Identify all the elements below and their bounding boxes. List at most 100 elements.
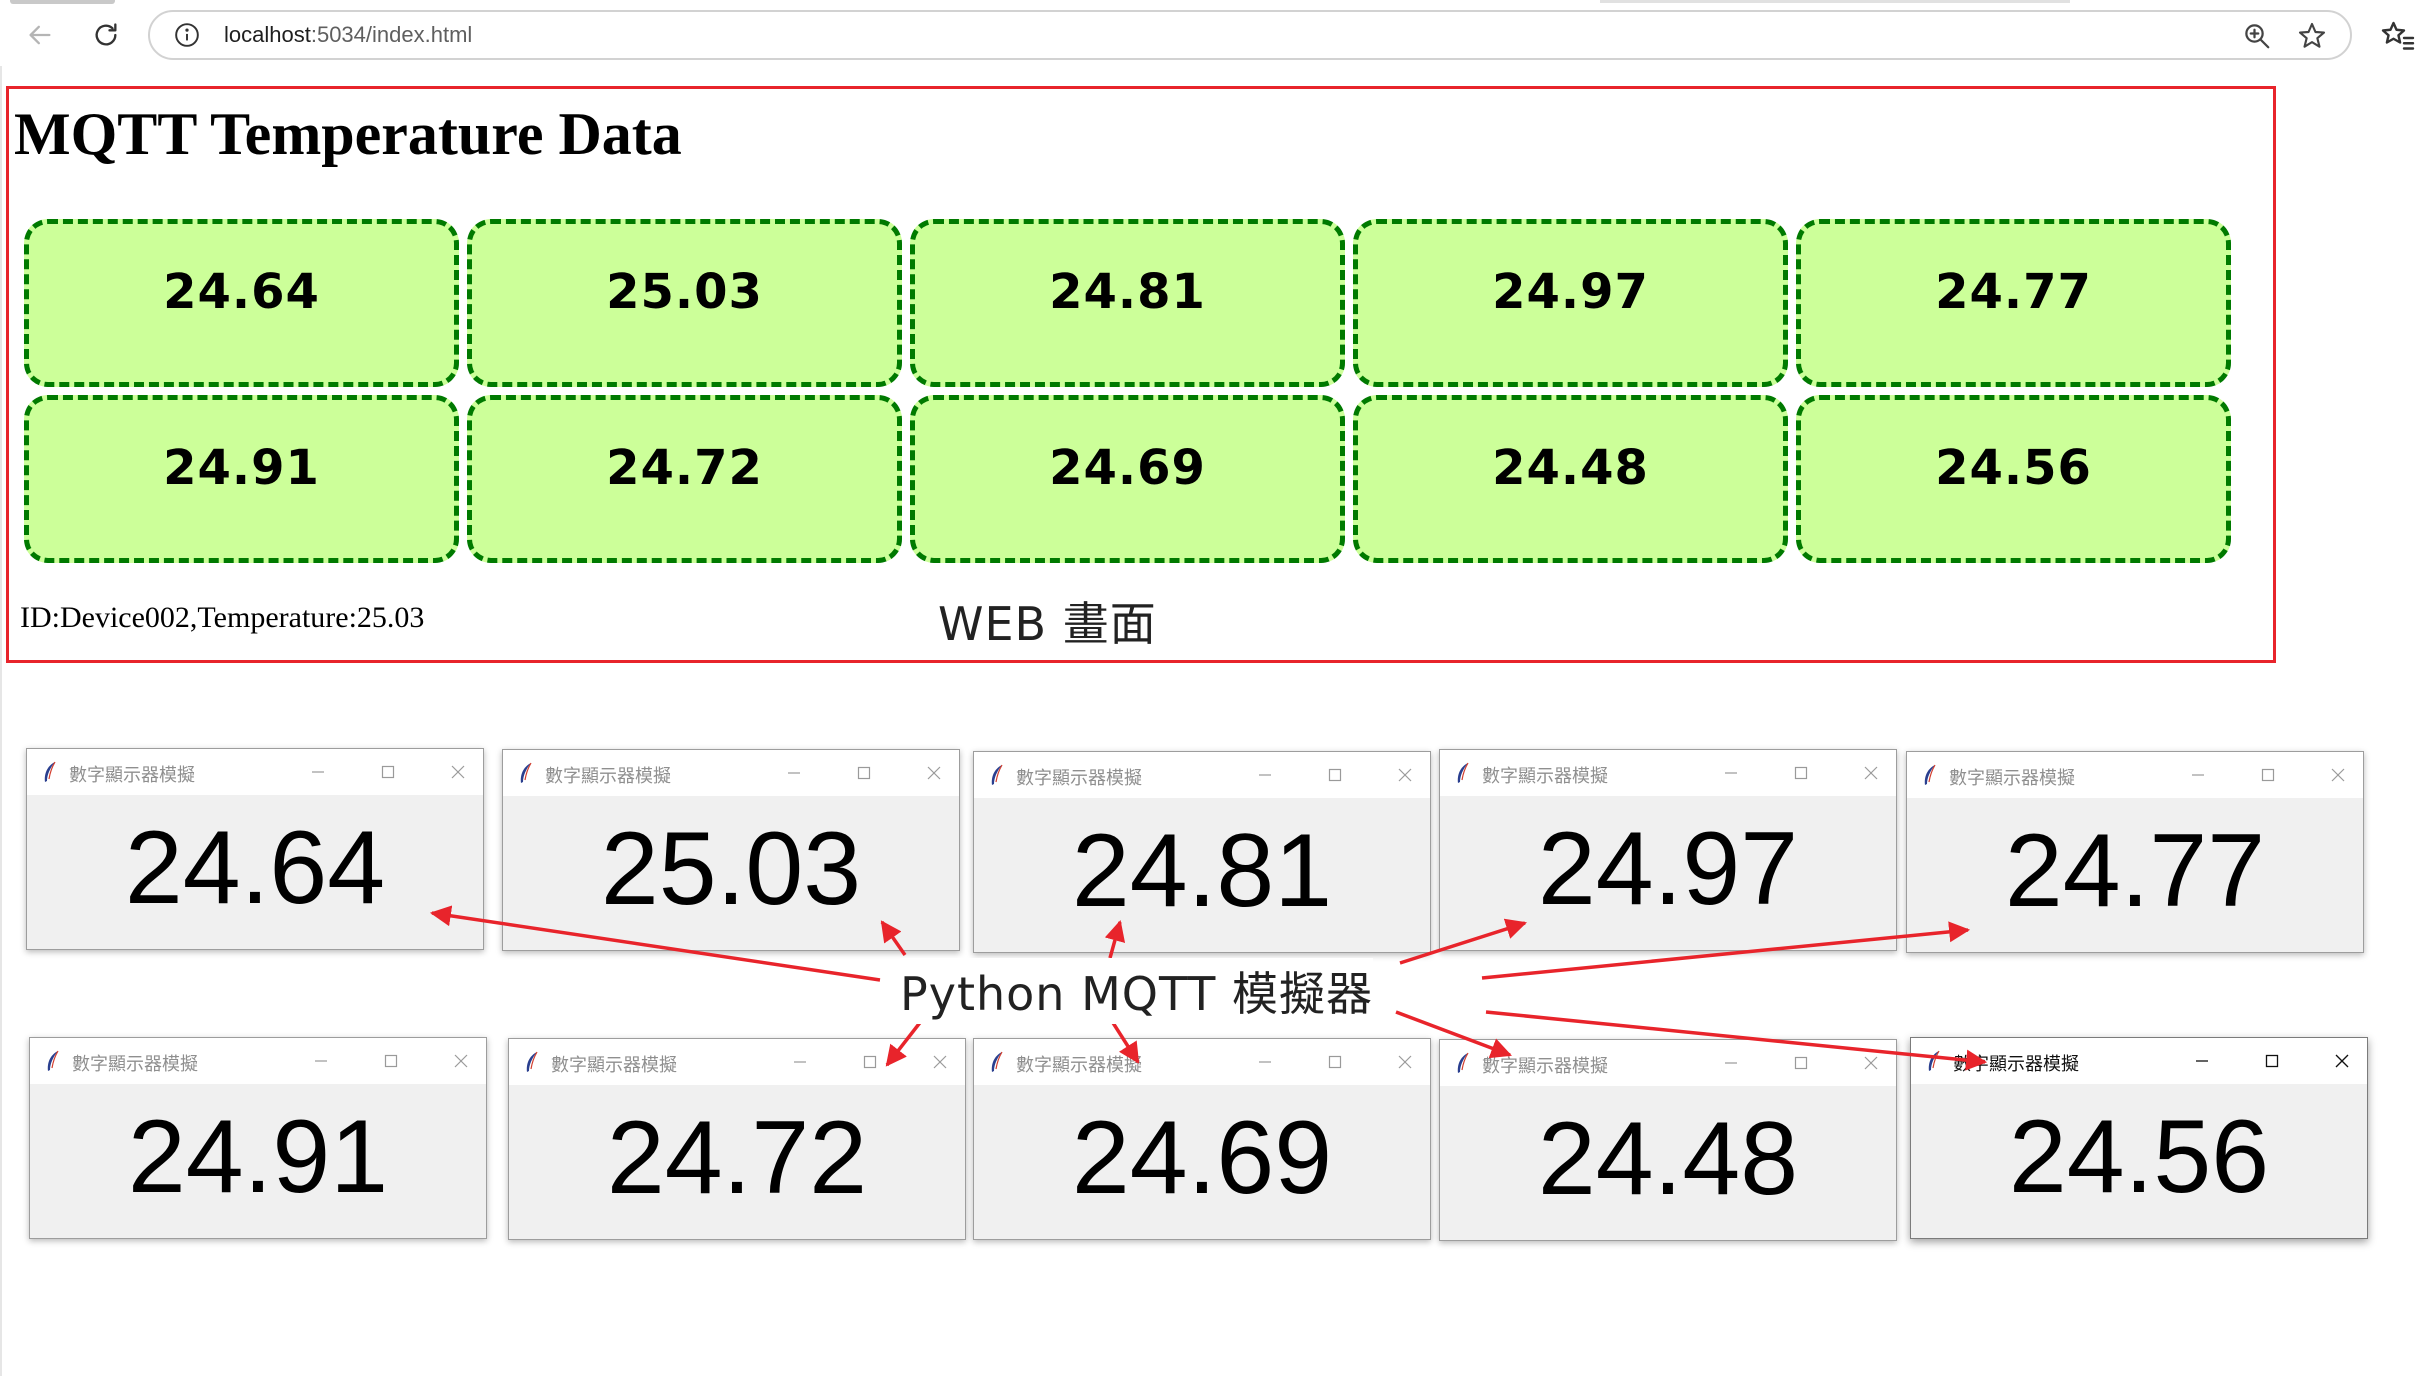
window-titlebar[interactable]: 數字顯示器模擬 [1907, 752, 2363, 798]
minimize-button[interactable] [1250, 1047, 1280, 1077]
display-value: 24.56 [2008, 1099, 2270, 1215]
feather-icon [1457, 1052, 1469, 1073]
url-text[interactable]: localhost:5034/index.html [224, 22, 472, 48]
window-titlebar[interactable]: 數字顯示器模擬 [1440, 750, 1896, 796]
feather-icon [1457, 762, 1469, 783]
temperature-value: 24.81 [1049, 264, 1206, 320]
simulator-window[interactable]: 數字顯示器模擬 24.69 [973, 1038, 1431, 1240]
display-value: 24.77 [2004, 813, 2266, 929]
reload-button[interactable] [88, 17, 124, 53]
close-button[interactable] [2323, 760, 2353, 790]
minimize-icon [2196, 1060, 2208, 1062]
maximize-button[interactable] [1320, 1047, 1350, 1077]
display-value: 24.64 [124, 810, 386, 926]
close-button[interactable] [1856, 758, 1886, 788]
window-title: 數字顯示器模擬 [551, 1055, 677, 1076]
window-titlebar[interactable]: 數字顯示器模擬 [27, 749, 483, 795]
temperature-box: 25.03 [467, 219, 902, 387]
close-button[interactable] [1390, 1047, 1420, 1077]
display-value: 24.48 [1537, 1101, 1799, 1217]
feather-icon [526, 1051, 538, 1072]
close-icon [2331, 768, 2345, 782]
maximize-button[interactable] [849, 758, 879, 788]
minimize-button[interactable] [2187, 1046, 2217, 1076]
window-titlebar[interactable]: 數字顯示器模擬 [974, 1039, 1430, 1085]
zoom-icon[interactable] [2242, 21, 2272, 51]
close-button[interactable] [2327, 1046, 2357, 1076]
simulator-window[interactable]: 數字顯示器模擬 25.03 [502, 749, 960, 951]
simulator-window-active[interactable]: 數字顯示器模擬 24.56 [1910, 1037, 2368, 1239]
temperature-value: 24.77 [1935, 264, 2092, 320]
simulator-window[interactable]: 數字顯示器模擬 24.72 [508, 1038, 966, 1240]
close-icon [927, 766, 941, 780]
minimize-button[interactable] [1716, 1048, 1746, 1078]
temperature-box: 24.48 [1353, 395, 1788, 563]
simulator-window[interactable]: 數字顯示器模擬 24.77 [1906, 751, 2364, 953]
window-titlebar[interactable]: 數字顯示器模擬 [509, 1039, 965, 1085]
window-title: 數字顯示器模擬 [72, 1054, 198, 1075]
address-bar[interactable]: localhost:5034/index.html [148, 10, 2352, 60]
window-titlebar[interactable]: 數字顯示器模擬 [1440, 1040, 1896, 1086]
temperature-value: 24.97 [1492, 264, 1649, 320]
minimize-button[interactable] [306, 1046, 336, 1076]
temperature-box: 24.77 [1796, 219, 2231, 387]
favorites-icon[interactable] [2380, 17, 2416, 53]
window-titlebar[interactable]: 數字顯示器模擬 [1911, 1038, 2367, 1084]
maximize-button[interactable] [2257, 1046, 2287, 1076]
window-title: 數字顯示器模擬 [1953, 1054, 2079, 1075]
feather-icon [991, 764, 1003, 785]
minimize-button[interactable] [1250, 760, 1280, 790]
minimize-icon [315, 1060, 327, 1062]
status-text: ID:Device002,Temperature:25.03 [20, 601, 425, 634]
display-value: 24.72 [606, 1100, 868, 1216]
temperature-box: 24.81 [910, 219, 1345, 387]
url-host: localhost [224, 22, 311, 47]
close-button[interactable] [446, 1046, 476, 1076]
maximize-button[interactable] [1786, 758, 1816, 788]
temperature-box: 24.56 [1796, 395, 2231, 563]
close-button[interactable] [919, 758, 949, 788]
temperature-value: 24.91 [163, 440, 320, 496]
close-button[interactable] [1856, 1048, 1886, 1078]
close-button[interactable] [443, 757, 473, 787]
maximize-button[interactable] [1320, 760, 1350, 790]
window-titlebar[interactable]: 數字顯示器模擬 [30, 1038, 486, 1084]
minimize-button[interactable] [2183, 760, 2213, 790]
maximize-button[interactable] [855, 1047, 885, 1077]
maximize-button[interactable] [373, 757, 403, 787]
window-titlebar[interactable]: 數字顯示器模擬 [503, 750, 959, 796]
close-button[interactable] [1390, 760, 1420, 790]
simulator-window[interactable]: 數字顯示器模擬 24.81 [973, 751, 1431, 953]
minimize-button[interactable] [303, 757, 333, 787]
maximize-button[interactable] [376, 1046, 406, 1076]
page-edge [0, 66, 2, 1376]
window-title: 數字顯示器模擬 [1016, 1055, 1142, 1076]
simulator-window[interactable]: 數字顯示器模擬 24.91 [29, 1037, 487, 1239]
maximize-button[interactable] [2253, 760, 2283, 790]
close-icon [1398, 768, 1412, 782]
simulator-window[interactable]: 數字顯示器模擬 24.64 [26, 748, 484, 950]
back-button[interactable] [22, 17, 58, 53]
minimize-icon [1259, 1061, 1271, 1063]
temperature-box: 24.91 [24, 395, 459, 563]
close-icon [1864, 1056, 1878, 1070]
simulator-window[interactable]: 數字顯示器模擬 24.48 [1439, 1039, 1897, 1241]
minimize-icon [1725, 772, 1737, 774]
temperature-value: 24.72 [606, 440, 763, 496]
display-value: 24.69 [1071, 1100, 1333, 1216]
arrow-left-icon [29, 25, 51, 45]
info-icon[interactable] [174, 22, 200, 48]
minimize-button[interactable] [785, 1047, 815, 1077]
display-value: 24.97 [1537, 811, 1799, 927]
feather-icon [47, 1050, 59, 1071]
minimize-button[interactable] [779, 758, 809, 788]
maximize-button[interactable] [1786, 1048, 1816, 1078]
minimize-button[interactable] [1716, 758, 1746, 788]
browser-toolbar: localhost:5034/index.html [0, 0, 2427, 66]
display-value: 24.81 [1071, 813, 1333, 929]
close-button[interactable] [925, 1047, 955, 1077]
simulator-window[interactable]: 數字顯示器模擬 24.97 [1439, 749, 1897, 951]
window-titlebar[interactable]: 數字顯示器模擬 [974, 752, 1430, 798]
star-icon[interactable] [2296, 20, 2328, 52]
close-icon [2335, 1054, 2349, 1068]
